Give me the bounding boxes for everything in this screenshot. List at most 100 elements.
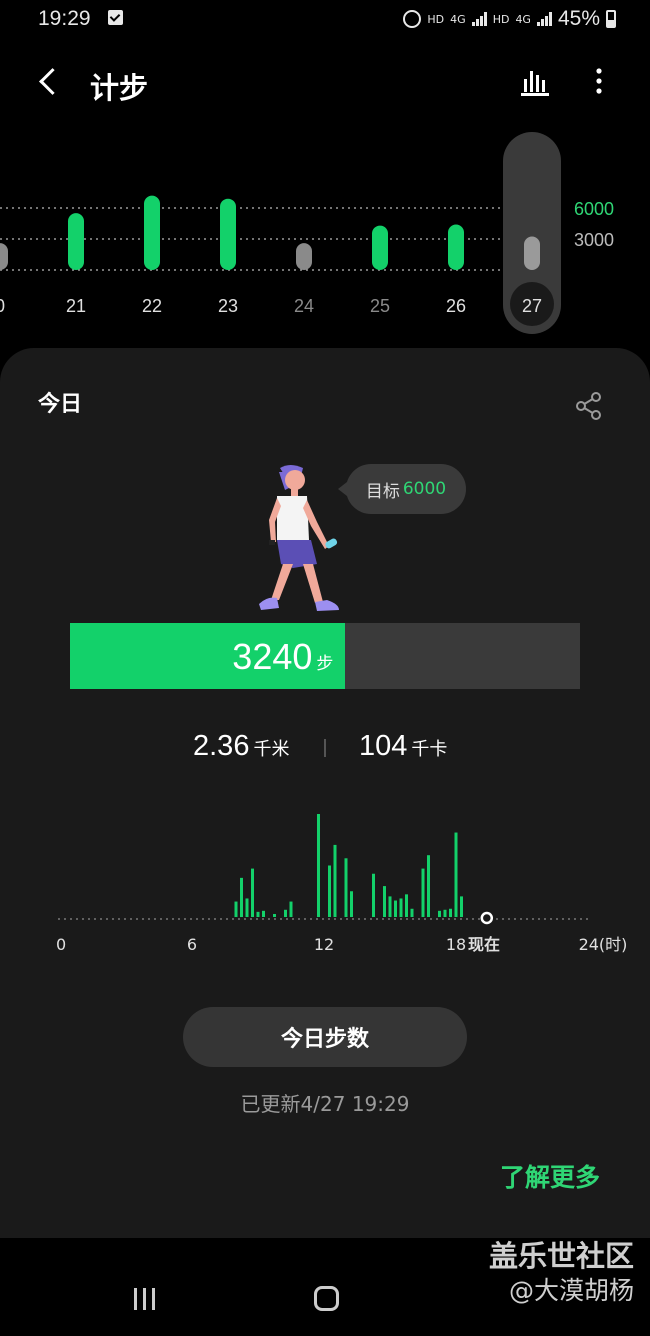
hour-bar bbox=[251, 868, 254, 917]
bar-chart-icon[interactable] bbox=[520, 67, 552, 97]
network-label-2: 4G bbox=[515, 12, 531, 26]
today-card: 今日 目标 6000 3240 步 2.36 千米 104 千卡 0 6 12 … bbox=[0, 348, 650, 1238]
checkbox-notification-icon bbox=[108, 10, 123, 25]
status-icons: HD 4G HD 4G 45% bbox=[403, 7, 616, 31]
day-bar bbox=[220, 198, 236, 270]
hour-bar bbox=[273, 914, 276, 917]
hd-label: HD bbox=[427, 12, 445, 26]
battery-percent: 45% bbox=[557, 7, 600, 30]
distance-value: 2.36 bbox=[193, 730, 250, 762]
today-steps-button[interactable]: 今日步数 bbox=[183, 1007, 467, 1067]
hour-bar bbox=[240, 877, 243, 917]
hour-bar bbox=[383, 886, 386, 917]
hour-tick-label: 24(时) bbox=[579, 935, 628, 954]
hour-bar bbox=[245, 898, 249, 917]
hour-tick-label: 12 bbox=[314, 935, 334, 954]
step-progress-fill: 3240 步 bbox=[70, 623, 346, 689]
status-time: 19:29 bbox=[38, 7, 91, 30]
day-bar bbox=[144, 195, 160, 270]
hour-bar bbox=[289, 901, 293, 917]
hour-bar bbox=[449, 908, 452, 917]
walking-person-illustration bbox=[245, 460, 350, 625]
network-label: 4G bbox=[450, 12, 466, 26]
hour-bar bbox=[317, 814, 320, 917]
day-bar bbox=[296, 243, 312, 270]
hour-bar bbox=[333, 844, 337, 917]
hour-bar bbox=[234, 901, 238, 917]
hour-bar bbox=[421, 868, 425, 917]
day-label: 27 bbox=[522, 296, 542, 316]
hour-bar bbox=[256, 911, 260, 917]
watermark-line-1: 盖乐世社区 bbox=[488, 1239, 634, 1273]
updated-timestamp: 已更新4/27 19:29 bbox=[240, 1092, 410, 1116]
hour-bar bbox=[438, 910, 441, 917]
hour-bar bbox=[328, 865, 331, 917]
hour-bar bbox=[372, 873, 375, 917]
day-label: 23 bbox=[218, 296, 238, 316]
day-label: 22 bbox=[142, 296, 162, 316]
card-title: 今日 bbox=[38, 392, 83, 417]
hourly-steps-chart: 0 6 12 18 24(时) 现在 bbox=[0, 810, 650, 980]
distance-unit: 千米 bbox=[253, 739, 290, 759]
goal-bubble: 目标 6000 bbox=[338, 464, 466, 514]
weekly-steps-chart[interactable]: 6000 3000 0 21 22 23 24 25 26 27 bbox=[0, 130, 650, 340]
day-label: 21 bbox=[66, 296, 86, 316]
calories-unit: 千卡 bbox=[411, 739, 448, 759]
learn-more-link[interactable]: 了解更多 bbox=[500, 1158, 600, 1194]
hour-bar bbox=[443, 909, 447, 917]
now-marker bbox=[480, 911, 494, 925]
stats-divider bbox=[324, 739, 326, 757]
hour-bar bbox=[410, 908, 414, 917]
day-label: 24 bbox=[294, 296, 314, 316]
alarm-icon bbox=[403, 10, 422, 28]
hour-bar bbox=[394, 900, 397, 917]
status-bar: 19:29 HD 4G HD 4G 45% bbox=[0, 0, 650, 40]
hour-tick-label: 18 bbox=[446, 935, 466, 954]
goal-value: 6000 bbox=[402, 479, 447, 499]
hour-bar bbox=[460, 896, 463, 917]
stats-row: 2.36 千米 104 千卡 bbox=[0, 730, 650, 770]
hour-bar bbox=[399, 898, 403, 917]
back-icon[interactable] bbox=[34, 65, 66, 99]
hour-bar bbox=[284, 909, 287, 917]
hour-bar bbox=[388, 896, 392, 917]
signal-icon bbox=[471, 12, 487, 26]
hour-tick-label: 6 bbox=[187, 935, 197, 954]
day-label: 26 bbox=[446, 296, 466, 316]
step-count-value: 3240 bbox=[232, 636, 313, 677]
hour-bar bbox=[262, 910, 265, 917]
day-label: 0 bbox=[0, 296, 5, 316]
step-count: 3240 步 bbox=[232, 636, 333, 678]
day-bar bbox=[68, 213, 84, 270]
hour-bar bbox=[454, 832, 458, 917]
step-unit: 步 bbox=[316, 654, 334, 673]
hour-bar bbox=[427, 855, 430, 917]
watermark-line-2: @大漠胡杨 bbox=[508, 1276, 634, 1305]
hour-bar bbox=[344, 858, 348, 917]
day-bar bbox=[524, 236, 540, 270]
navigation-bar: 盖乐世社区 @大漠胡杨 bbox=[0, 1238, 650, 1336]
more-options-icon[interactable] bbox=[584, 67, 614, 97]
hour-bar bbox=[405, 894, 408, 917]
page-title: 计步 bbox=[90, 71, 149, 105]
calories-stat: 104 千卡 bbox=[359, 730, 447, 763]
calories-value: 104 bbox=[359, 730, 408, 762]
goal-label: 目标 bbox=[365, 481, 400, 502]
share-icon[interactable] bbox=[574, 392, 604, 422]
home-icon[interactable] bbox=[314, 1286, 339, 1311]
recent-apps-icon[interactable] bbox=[132, 1288, 158, 1310]
day-bar bbox=[0, 243, 8, 270]
y-axis-label: 6000 bbox=[574, 199, 614, 219]
step-progress-bar: 3240 步 bbox=[70, 623, 580, 689]
y-axis-label: 3000 bbox=[574, 230, 614, 250]
hour-tick-label: 0 bbox=[56, 935, 66, 954]
now-label: 现在 bbox=[468, 935, 500, 954]
hour-bar bbox=[350, 891, 353, 917]
day-label: 25 bbox=[370, 296, 390, 316]
distance-stat: 2.36 千米 bbox=[193, 730, 289, 763]
battery-icon bbox=[606, 10, 616, 28]
app-header: 计步 bbox=[0, 55, 650, 111]
day-bar bbox=[372, 225, 388, 270]
signal-icon-2 bbox=[536, 12, 552, 26]
hd-label-2: HD bbox=[492, 12, 510, 26]
